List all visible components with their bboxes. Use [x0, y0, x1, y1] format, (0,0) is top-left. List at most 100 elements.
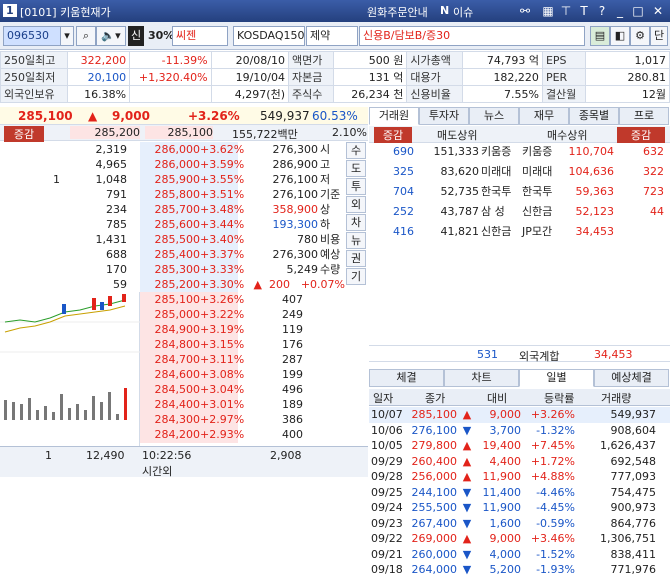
- help-icon[interactable]: ?: [594, 3, 610, 19]
- pin-icon[interactable]: ⊤: [558, 3, 574, 19]
- ask-price[interactable]: 285,900: [140, 172, 200, 188]
- tab-5[interactable]: 프로: [619, 107, 669, 125]
- summary-label: 하: [320, 218, 331, 231]
- ask-price[interactable]: 285,200: [140, 277, 200, 293]
- daily-row[interactable]: 09/29 260,400 ▲ 4,400 +1.72% 692,548: [369, 454, 670, 470]
- tab-1[interactable]: 투자자: [419, 107, 469, 125]
- daily-row[interactable]: 09/21 260,000 ▼ 4,000 -1.52% 838,411: [369, 547, 670, 563]
- info-cell: +1,320.40%: [129, 68, 212, 86]
- ask-count: [40, 232, 60, 248]
- buy-qty: 110,704: [568, 145, 615, 158]
- ask-qty: 4,965: [95, 158, 128, 171]
- chart-icon[interactable]: ◧: [610, 26, 630, 46]
- vertical-tab[interactable]: 투: [346, 178, 366, 195]
- daily-row[interactable]: 09/23 267,400 ▼ 1,600 -0.59% 864,776: [369, 516, 670, 532]
- bid-qty: 287: [282, 353, 303, 366]
- bid-price[interactable]: 284,700: [140, 352, 200, 368]
- stock-code-input[interactable]: 096530: [3, 26, 61, 46]
- chevron-down-icon[interactable]: ▾: [60, 26, 74, 46]
- tab-2[interactable]: 뉴스: [469, 107, 519, 125]
- daily-volume: 692,548: [610, 454, 657, 468]
- maximize-icon[interactable]: □: [630, 3, 646, 19]
- minimize-icon[interactable]: _: [612, 3, 628, 19]
- stock-name: 씨젠: [172, 26, 228, 46]
- tab-4[interactable]: 종목별: [569, 107, 619, 125]
- bid-price[interactable]: 284,300: [140, 412, 200, 428]
- trade-amount: 155,722백만: [232, 128, 298, 141]
- ask-rate: +3.59%: [200, 157, 245, 173]
- info-cell: 액면가: [287, 51, 335, 69]
- daily-row[interactable]: 09/22 269,000 ▲ 9,000 +3.46% 1,306,751: [369, 531, 670, 547]
- daily-row[interactable]: 10/06 276,100 ▼ 3,700 -1.32% 908,604: [369, 423, 670, 439]
- ask-price[interactable]: 285,400: [140, 247, 200, 263]
- bid-price[interactable]: 284,500: [140, 382, 200, 398]
- buy-broker: JP모간: [522, 225, 553, 238]
- notice-link[interactable]: 원화주문안내: [367, 4, 428, 20]
- info-cell: 322,200: [66, 51, 131, 69]
- text-icon[interactable]: T: [576, 3, 592, 19]
- bid-price[interactable]: 285,000: [140, 307, 200, 323]
- info-cell: 4,297(천): [210, 85, 290, 103]
- daily-rate: -1.93%: [536, 563, 575, 576]
- layout-icon[interactable]: ▦: [540, 3, 556, 19]
- daily-row[interactable]: 09/25 244,100 ▼ 11,400 -4.46% 754,475: [369, 485, 670, 501]
- ask-qty: 791: [106, 188, 127, 201]
- speaker-icon[interactable]: 🔈▾: [96, 26, 126, 46]
- expect-row: ▲ 200 +0.07%: [250, 277, 350, 293]
- sell-change: 416: [393, 225, 414, 238]
- tab-0[interactable]: 거래원: [369, 107, 419, 125]
- timestamp: 10:22:56: [142, 449, 192, 462]
- daily-row[interactable]: 09/24 255,500 ▼ 11,900 -4.45% 900,973: [369, 500, 670, 516]
- bottom-tab-3[interactable]: 예상체결: [594, 369, 669, 387]
- issue-link[interactable]: 이슈: [453, 4, 473, 20]
- sell-qty: 41,821: [440, 225, 480, 238]
- vertical-tab[interactable]: 수: [346, 142, 366, 159]
- vertical-tab[interactable]: 외: [346, 196, 366, 213]
- bid-price[interactable]: 284,900: [140, 322, 200, 338]
- bid-price[interactable]: 284,400: [140, 397, 200, 413]
- daily-row[interactable]: 09/28 256,000 ▲ 11,900 +4.88% 777,093: [369, 469, 670, 485]
- daily-row[interactable]: 10/07 285,100 ▲ 9,000 +3.26% 549,937: [369, 407, 670, 423]
- ask-price[interactable]: 285,800: [140, 187, 200, 203]
- bid-price[interactable]: 284,600: [140, 367, 200, 383]
- sell-broker: 미래대: [481, 165, 512, 178]
- bid-price[interactable]: 284,800: [140, 337, 200, 353]
- bid-price[interactable]: 285,100: [140, 292, 200, 308]
- ask-price[interactable]: 286,000: [140, 157, 200, 173]
- vertical-tab[interactable]: 뉴: [346, 232, 366, 249]
- candle: [92, 298, 96, 310]
- search-icon[interactable]: ⌕: [76, 26, 96, 46]
- daily-row[interactable]: 09/18 264,000 ▼ 5,200 -1.93% 771,976: [369, 562, 670, 578]
- ask-count: [40, 187, 60, 203]
- ask-price[interactable]: 286,000: [140, 142, 200, 158]
- ask-price[interactable]: 285,500: [140, 232, 200, 248]
- daily-date: 09/24: [371, 501, 403, 514]
- close-icon[interactable]: ✕: [650, 3, 666, 19]
- vertical-tab[interactable]: 도: [346, 160, 366, 177]
- ask-price[interactable]: 285,300: [140, 262, 200, 278]
- link-icon[interactable]: ⚯: [517, 3, 533, 19]
- bottom-tab-2[interactable]: 일별: [519, 369, 594, 387]
- sell-qty: 151,333: [433, 145, 480, 158]
- n-icon: N: [440, 4, 450, 17]
- bottom-tab-0[interactable]: 체결: [369, 369, 444, 387]
- summary-label: 상: [320, 203, 331, 216]
- ask-price[interactable]: 285,700: [140, 202, 200, 218]
- doc-icon[interactable]: ▤: [590, 26, 610, 46]
- vertical-tab[interactable]: 기: [346, 268, 366, 285]
- summary-label: 수량: [320, 263, 341, 276]
- daily-header: 일자 종가 대비 등락률 거래량: [369, 389, 670, 406]
- tab-3[interactable]: 재무: [519, 107, 569, 125]
- gear-icon[interactable]: ⚙: [630, 26, 650, 46]
- bottom-tab-1[interactable]: 차트: [444, 369, 519, 387]
- single-button[interactable]: 단: [650, 26, 668, 46]
- bid-price[interactable]: 284,200: [140, 427, 200, 443]
- daily-row[interactable]: 10/05 279,800 ▲ 19,400 +7.45% 1,626,437: [369, 438, 670, 454]
- ask-qty: 1,048: [95, 173, 128, 186]
- buy-qty: 59,363: [575, 185, 615, 198]
- ask-price[interactable]: 285,600: [140, 217, 200, 233]
- daily-close: 260,400: [411, 454, 458, 468]
- vertical-tab[interactable]: 권: [346, 250, 366, 267]
- sell-change: 325: [393, 165, 414, 178]
- vertical-tab[interactable]: 차: [346, 214, 366, 231]
